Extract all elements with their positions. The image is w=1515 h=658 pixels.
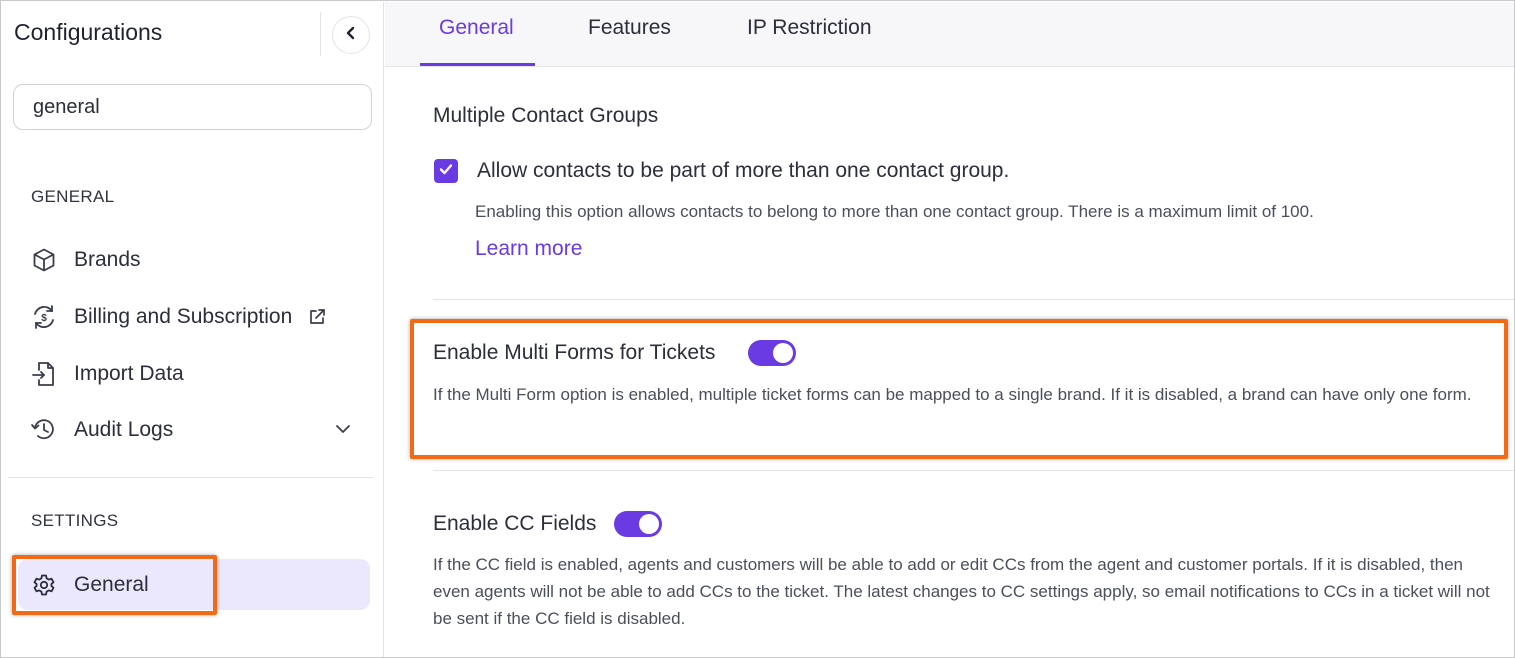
multi-forms-toggle[interactable]	[748, 340, 796, 366]
section-title: Enable Multi Forms for Tickets	[433, 341, 716, 364]
sidebar-item-audit-logs[interactable]: Audit Logs	[18, 406, 370, 454]
checkmark-icon	[438, 161, 454, 182]
section-title: Enable CC Fields	[433, 512, 597, 535]
cc-fields-toggle[interactable]	[614, 511, 662, 537]
sidebar: Configurations GENERAL Brands	[2, 2, 384, 657]
setting-description: Enabling this option allows contacts to …	[475, 202, 1314, 221]
tab-bar: General Features IP Restriction	[385, 2, 1514, 67]
gear-icon	[30, 571, 58, 599]
learn-more-link[interactable]: Learn more	[475, 237, 582, 261]
toggle-knob	[773, 343, 793, 363]
search-input[interactable]	[13, 84, 372, 130]
divider	[8, 477, 373, 478]
section-title: Multiple Contact Groups	[433, 104, 659, 127]
sidebar-item-brands[interactable]: Brands	[18, 236, 370, 284]
section-label-settings: SETTINGS	[31, 511, 119, 530]
billing-icon: $	[30, 303, 58, 331]
history-icon	[30, 416, 58, 444]
toggle-knob	[639, 514, 659, 534]
sidebar-item-billing[interactable]: $ Billing and Subscription	[18, 293, 370, 341]
divider	[433, 470, 1514, 471]
sidebar-item-label: Audit Logs	[74, 418, 174, 441]
tab-general[interactable]: General	[439, 16, 514, 40]
allow-multiple-groups-checkbox[interactable]	[434, 159, 458, 183]
svg-text:$: $	[41, 313, 47, 324]
setting-description: If the Multi Form option is enabled, mul…	[433, 385, 1472, 404]
sidebar-item-label: Import Data	[74, 362, 184, 385]
tab-features[interactable]: Features	[588, 16, 671, 40]
sidebar-title: Configurations	[14, 19, 163, 45]
sidebar-item-general[interactable]: General	[18, 559, 370, 610]
import-icon	[30, 360, 58, 388]
section-label-general: GENERAL	[31, 187, 115, 206]
external-link-icon	[308, 308, 326, 326]
chevron-left-icon	[344, 26, 358, 45]
cube-icon	[30, 246, 58, 274]
app-window: Configurations GENERAL Brands	[0, 0, 1515, 658]
divider	[433, 299, 1514, 300]
active-tab-indicator	[420, 63, 535, 66]
sidebar-item-label: Brands	[74, 248, 141, 271]
collapse-sidebar-button[interactable]	[332, 16, 370, 54]
sidebar-item-import-data[interactable]: Import Data	[18, 350, 370, 398]
sidebar-item-label: Billing and Subscription	[74, 305, 293, 328]
sidebar-item-label: General	[74, 572, 149, 596]
setting-description: If the CC field is enabled, agents and c…	[433, 555, 1490, 628]
tab-ip-restriction[interactable]: IP Restriction	[747, 16, 872, 40]
chevron-down-icon[interactable]	[334, 420, 352, 438]
divider	[320, 12, 321, 56]
checkbox-label: Allow contacts to be part of more than o…	[477, 159, 1010, 182]
